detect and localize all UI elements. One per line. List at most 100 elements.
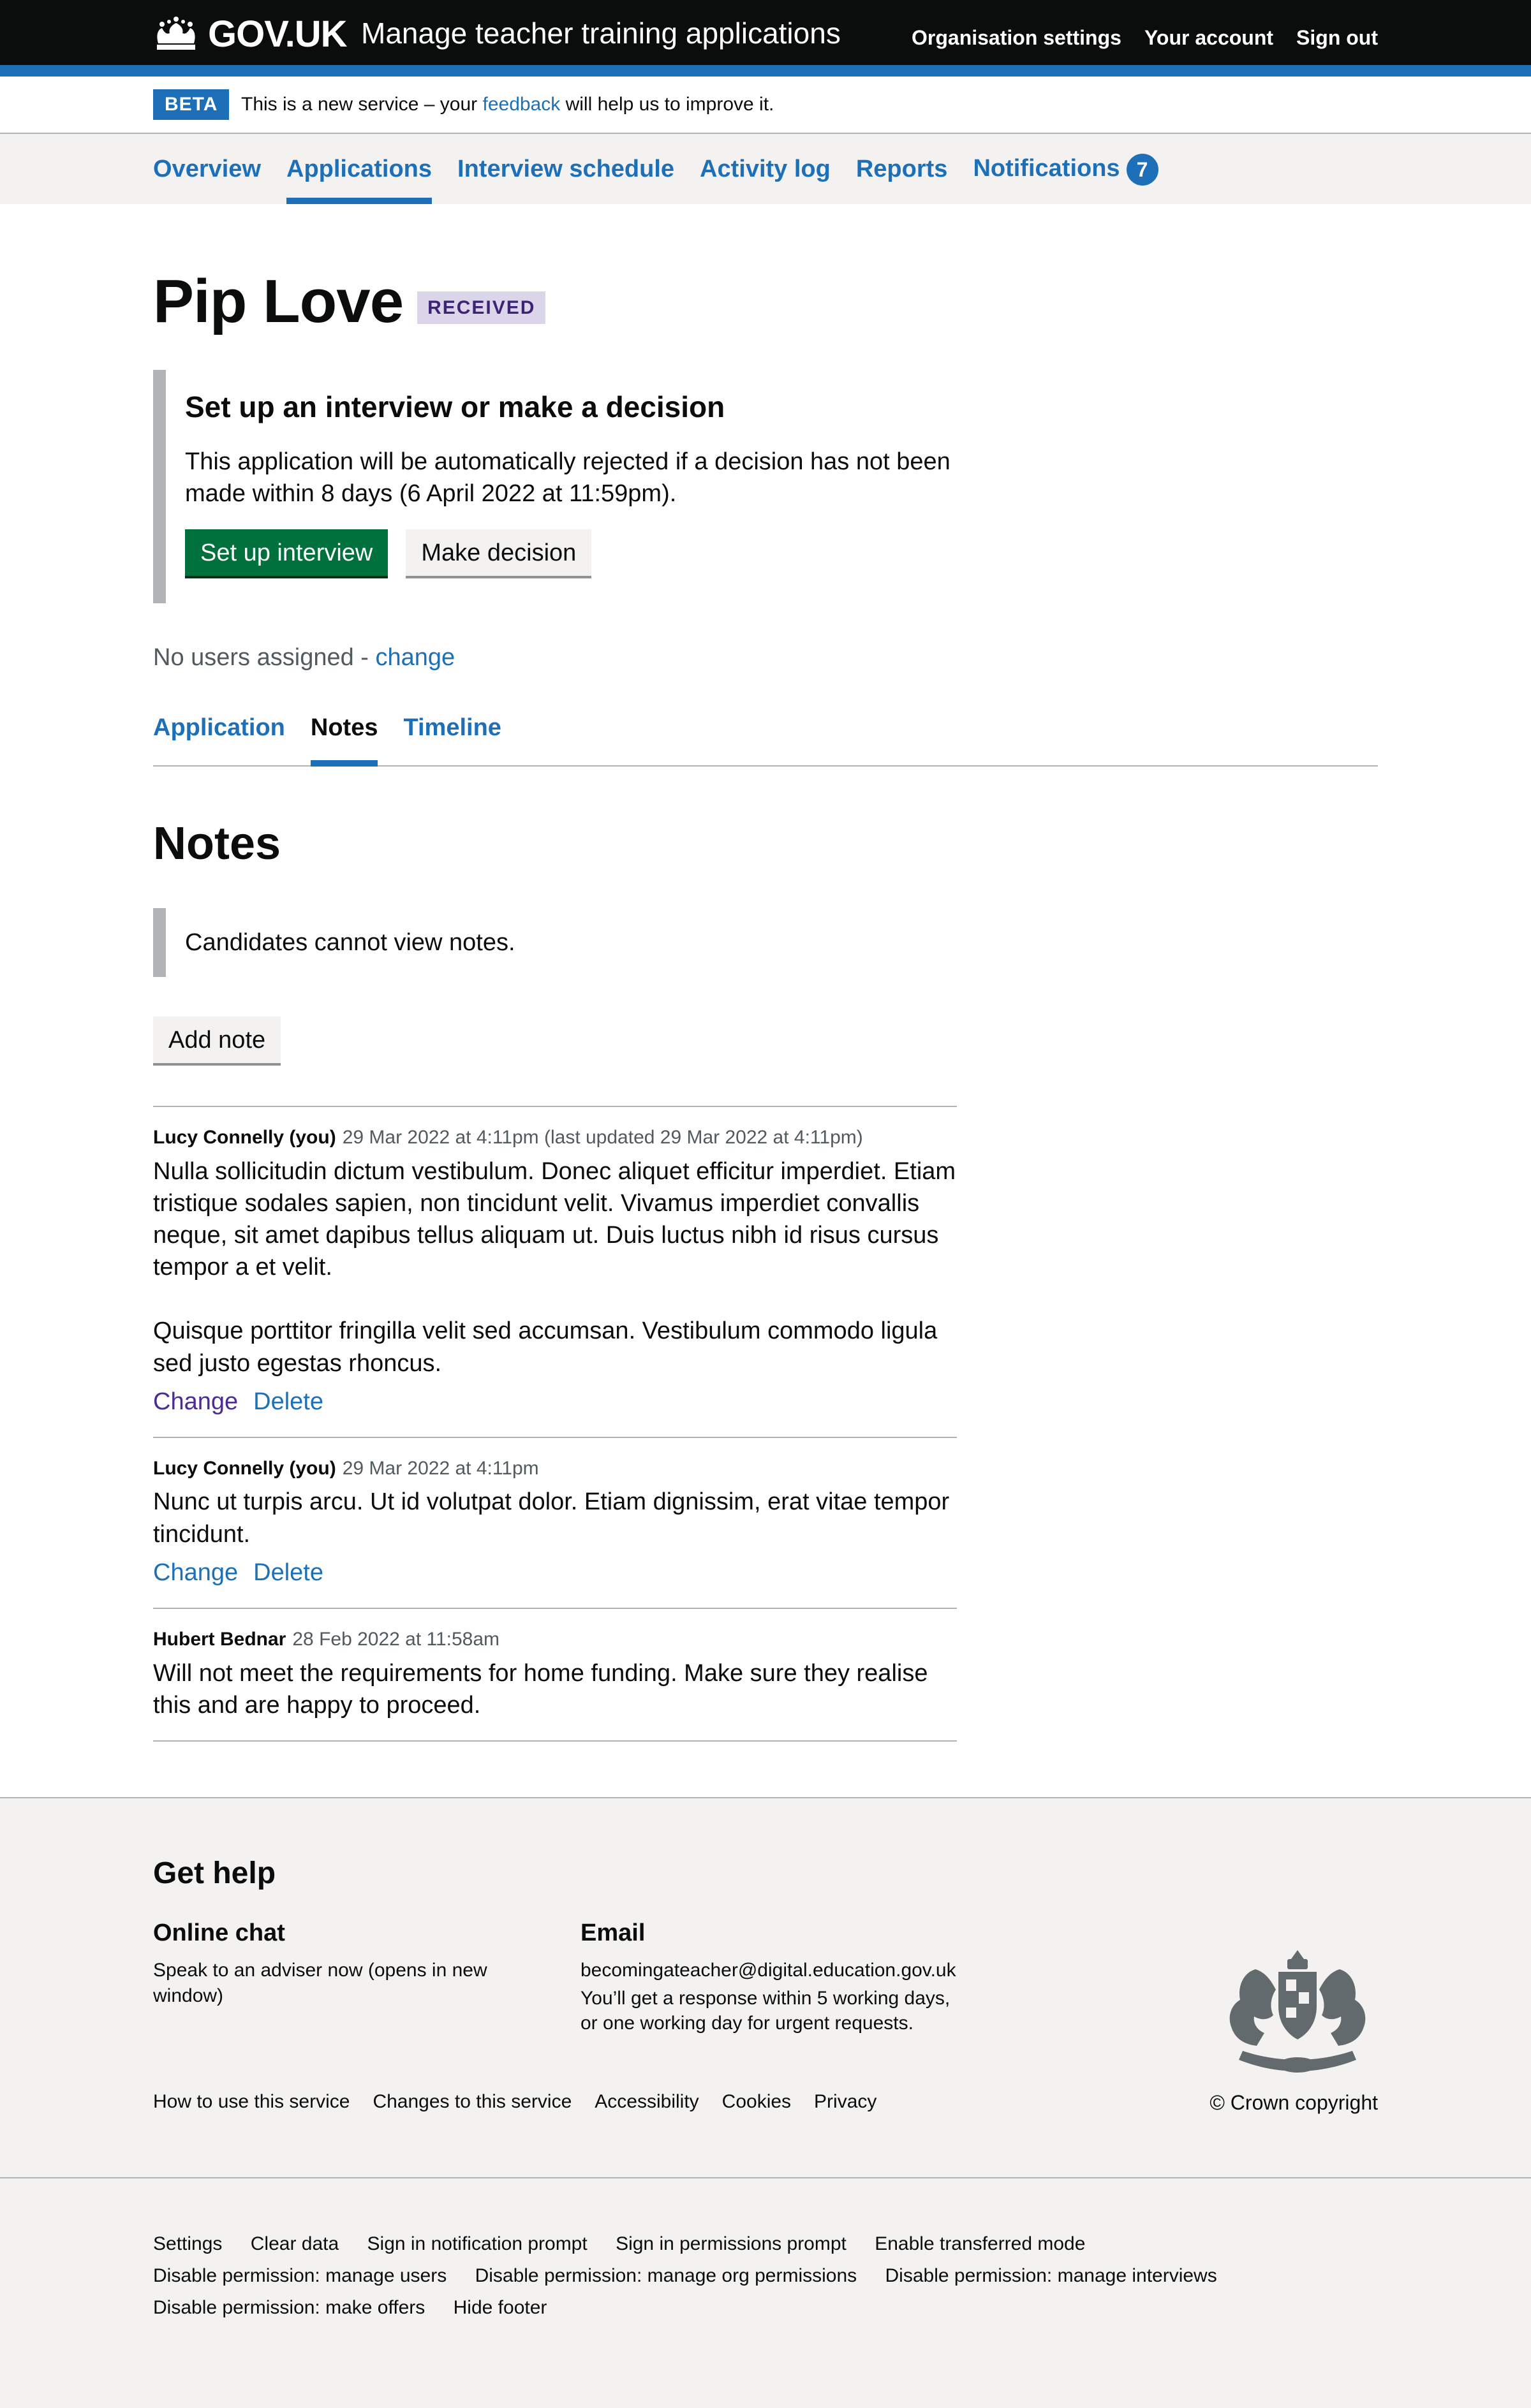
tab-timeline[interactable]: Timeline <box>403 708 501 767</box>
govuk-logo-link[interactable]: GOV.UK <box>153 9 347 60</box>
change-note-link[interactable]: Change <box>153 1386 238 1418</box>
note-actions: Change Delete <box>153 1386 957 1418</box>
footer-link-how-to-use[interactable]: How to use this service <box>153 2089 350 2115</box>
delete-note-link[interactable]: Delete <box>253 1557 323 1589</box>
notes-info-inset: Candidates cannot view notes. <box>153 908 957 977</box>
crown-copyright: © Crown copyright <box>1209 2089 1378 2116</box>
dev-link-disable-manage-org-permissions[interactable]: Disable permission: manage org permissio… <box>475 2265 857 2286</box>
dev-link-sign-in-permissions-prompt[interactable]: Sign in permissions prompt <box>616 2233 847 2254</box>
note-item: Hubert Bednar 28 Feb 2022 at 11:58am Will… <box>153 1607 957 1742</box>
footer-links: How to use this service Changes to this … <box>153 2089 876 2115</box>
application-sub-nav: Application Notes Timeline <box>153 708 1378 767</box>
note-author: Hubert Bednar <box>153 1628 286 1650</box>
email-heading: Email <box>581 1920 646 1946</box>
make-decision-button[interactable]: Make decision <box>406 529 592 576</box>
your-account-link[interactable]: Your account <box>1144 24 1273 51</box>
note-body: Nulla sollicitudin dictum vestibulum. Do… <box>153 1157 956 1377</box>
note-date: 28 Feb 2022 at 11:58am <box>292 1628 500 1650</box>
nav-item-notifications: Notifications 7 <box>973 134 1158 204</box>
dev-link-disable-make-offers[interactable]: Disable permission: make offers <box>153 2297 425 2318</box>
crown-icon <box>157 17 195 50</box>
nav-item-activity-log: Activity log <box>700 134 831 204</box>
change-note-link[interactable]: Change <box>153 1557 238 1589</box>
change-assignment-link[interactable]: change <box>376 644 455 671</box>
note-author: Lucy Connelly (you) <box>153 1127 336 1148</box>
dev-link-sign-in-notification-prompt[interactable]: Sign in notification prompt <box>367 2233 588 2254</box>
nav-notifications-label: Notifications <box>973 155 1120 182</box>
add-note-button[interactable]: Add note <box>153 1017 281 1063</box>
note-body: Nunc ut turpis arcu. Ut id volutpat dolo… <box>153 1488 950 1548</box>
royal-coat-of-arms-icon <box>1229 1950 1366 2073</box>
dev-link-disable-manage-users[interactable]: Disable permission: manage users <box>153 2265 447 2286</box>
dev-link-settings[interactable]: Settings <box>153 2233 222 2254</box>
footer-heading: Get help <box>153 1856 276 1890</box>
organisation-settings-link[interactable]: Organisation settings <box>912 24 1121 51</box>
nav-interview-schedule-link[interactable]: Interview schedule <box>457 153 674 185</box>
sign-out-link[interactable]: Sign out <box>1296 24 1378 51</box>
note-actions: Change Delete <box>153 1557 957 1589</box>
nav-item-overview: Overview <box>153 134 261 204</box>
decision-text: This application will be automatically r… <box>185 448 950 508</box>
header-nav: Organisation settings Your account Sign … <box>912 24 1378 51</box>
notifications-count-badge: 7 <box>1126 153 1158 186</box>
footer-link-accessibility[interactable]: Accessibility <box>595 2089 699 2115</box>
tab-notes[interactable]: Notes <box>310 708 378 767</box>
dev-link-clear-data[interactable]: Clear data <box>251 2233 339 2254</box>
speak-to-adviser-link[interactable]: Speak to an adviser now (opens in new wi… <box>153 1960 487 2006</box>
footer-separator <box>0 2177 1531 2178</box>
note-item: Lucy Connelly (you) 29 Mar 2022 at 4:11pm… <box>153 1436 957 1608</box>
notes-info-text: Candidates cannot view notes. <box>185 929 515 956</box>
decision-inset: Set up an interview or make a decision T… <box>153 370 950 603</box>
tab-application[interactable]: Application <box>153 708 285 767</box>
dev-link-hide-footer[interactable]: Hide footer <box>454 2297 547 2318</box>
dev-link-enable-transferred-mode[interactable]: Enable transferred mode <box>875 2233 1085 2254</box>
notes-list: Lucy Connelly (you) 29 Mar 2022 at 4:11pm… <box>153 1106 957 1742</box>
footer-link-cookies[interactable]: Cookies <box>722 2089 791 2115</box>
note-date: 29 Mar 2022 at 4:11pm (last updated 29 M… <box>342 1127 863 1148</box>
online-chat-heading: Online chat <box>153 1920 285 1946</box>
dev-links: Settings Clear data Sign in notification… <box>153 2228 1301 2324</box>
nav-overview-link[interactable]: Overview <box>153 153 261 185</box>
crown-copyright-link[interactable]: © Crown copyright <box>1209 2091 1378 2114</box>
govuk-logo-text: GOV.UK <box>208 13 347 55</box>
feedback-link[interactable]: feedback <box>482 94 560 115</box>
note-date: 29 Mar 2022 at 4:11pm <box>342 1457 539 1479</box>
note-item: Lucy Connelly (you) 29 Mar 2022 at 4:11pm… <box>153 1106 957 1437</box>
nav-notifications-link[interactable]: Notifications 7 <box>973 152 1158 186</box>
note-meta: Hubert Bednar 28 Feb 2022 at 11:58am <box>153 1627 957 1652</box>
dev-link-disable-manage-interviews[interactable]: Disable permission: manage interviews <box>885 2265 1217 2286</box>
note-author: Lucy Connelly (you) <box>153 1457 336 1479</box>
note-meta: Lucy Connelly (you) 29 Mar 2022 at 4:11pm… <box>153 1125 957 1150</box>
service-name-link[interactable]: Manage teacher training applications <box>361 14 841 53</box>
page-title-row: Pip Love RECEIVED <box>153 261 546 342</box>
email-link[interactable]: becomingateacher@digital.education.gov.u… <box>581 1960 956 1981</box>
email-column: Email becomingateacher@digital.education… <box>581 1917 1014 2036</box>
assigned-users: No users assigned - change <box>153 642 455 673</box>
status-badge: RECEIVED <box>417 291 546 325</box>
nav-activity-log-link[interactable]: Activity log <box>700 153 831 185</box>
decision-buttons: Set up interview Make decision <box>185 529 950 576</box>
nav-item-interview-schedule: Interview schedule <box>457 134 674 204</box>
note-meta: Lucy Connelly (you) 29 Mar 2022 at 4:11pm <box>153 1456 957 1481</box>
decision-heading: Set up an interview or make a decision <box>185 390 725 423</box>
note-body: Will not meet the requirements for home … <box>153 1659 928 1719</box>
notes-heading: Notes <box>153 818 281 869</box>
nav-item-reports: Reports <box>856 134 948 204</box>
nav-reports-link[interactable]: Reports <box>856 153 948 185</box>
online-chat-column: Online chat Speak to an adviser now (ope… <box>153 1917 510 2008</box>
beta-tag: BETA <box>153 89 230 120</box>
footer-link-changes[interactable]: Changes to this service <box>373 2089 572 2115</box>
primary-nav: Overview Applications Interview schedule… <box>0 134 1531 204</box>
delete-note-link[interactable]: Delete <box>253 1386 323 1418</box>
site-footer: Get help Online chat Speak to an adviser… <box>0 1797 1531 2408</box>
nav-item-applications: Applications <box>286 134 433 204</box>
assigned-users-text: No users assigned - <box>153 644 369 671</box>
nav-applications-link[interactable]: Applications <box>286 153 432 185</box>
set-up-interview-button[interactable]: Set up interview <box>185 529 388 576</box>
site-header: GOV.UK Manage teacher training applicati… <box>0 0 1531 77</box>
email-response-note-line1: You’ll get a response within 5 working d… <box>581 1987 950 2009</box>
footer-link-privacy[interactable]: Privacy <box>814 2089 876 2115</box>
phase-text-after: will help us to improve it. <box>565 94 774 115</box>
phase-text-before: This is a new service – your <box>241 94 478 115</box>
page-title: Pip Love <box>153 267 404 335</box>
